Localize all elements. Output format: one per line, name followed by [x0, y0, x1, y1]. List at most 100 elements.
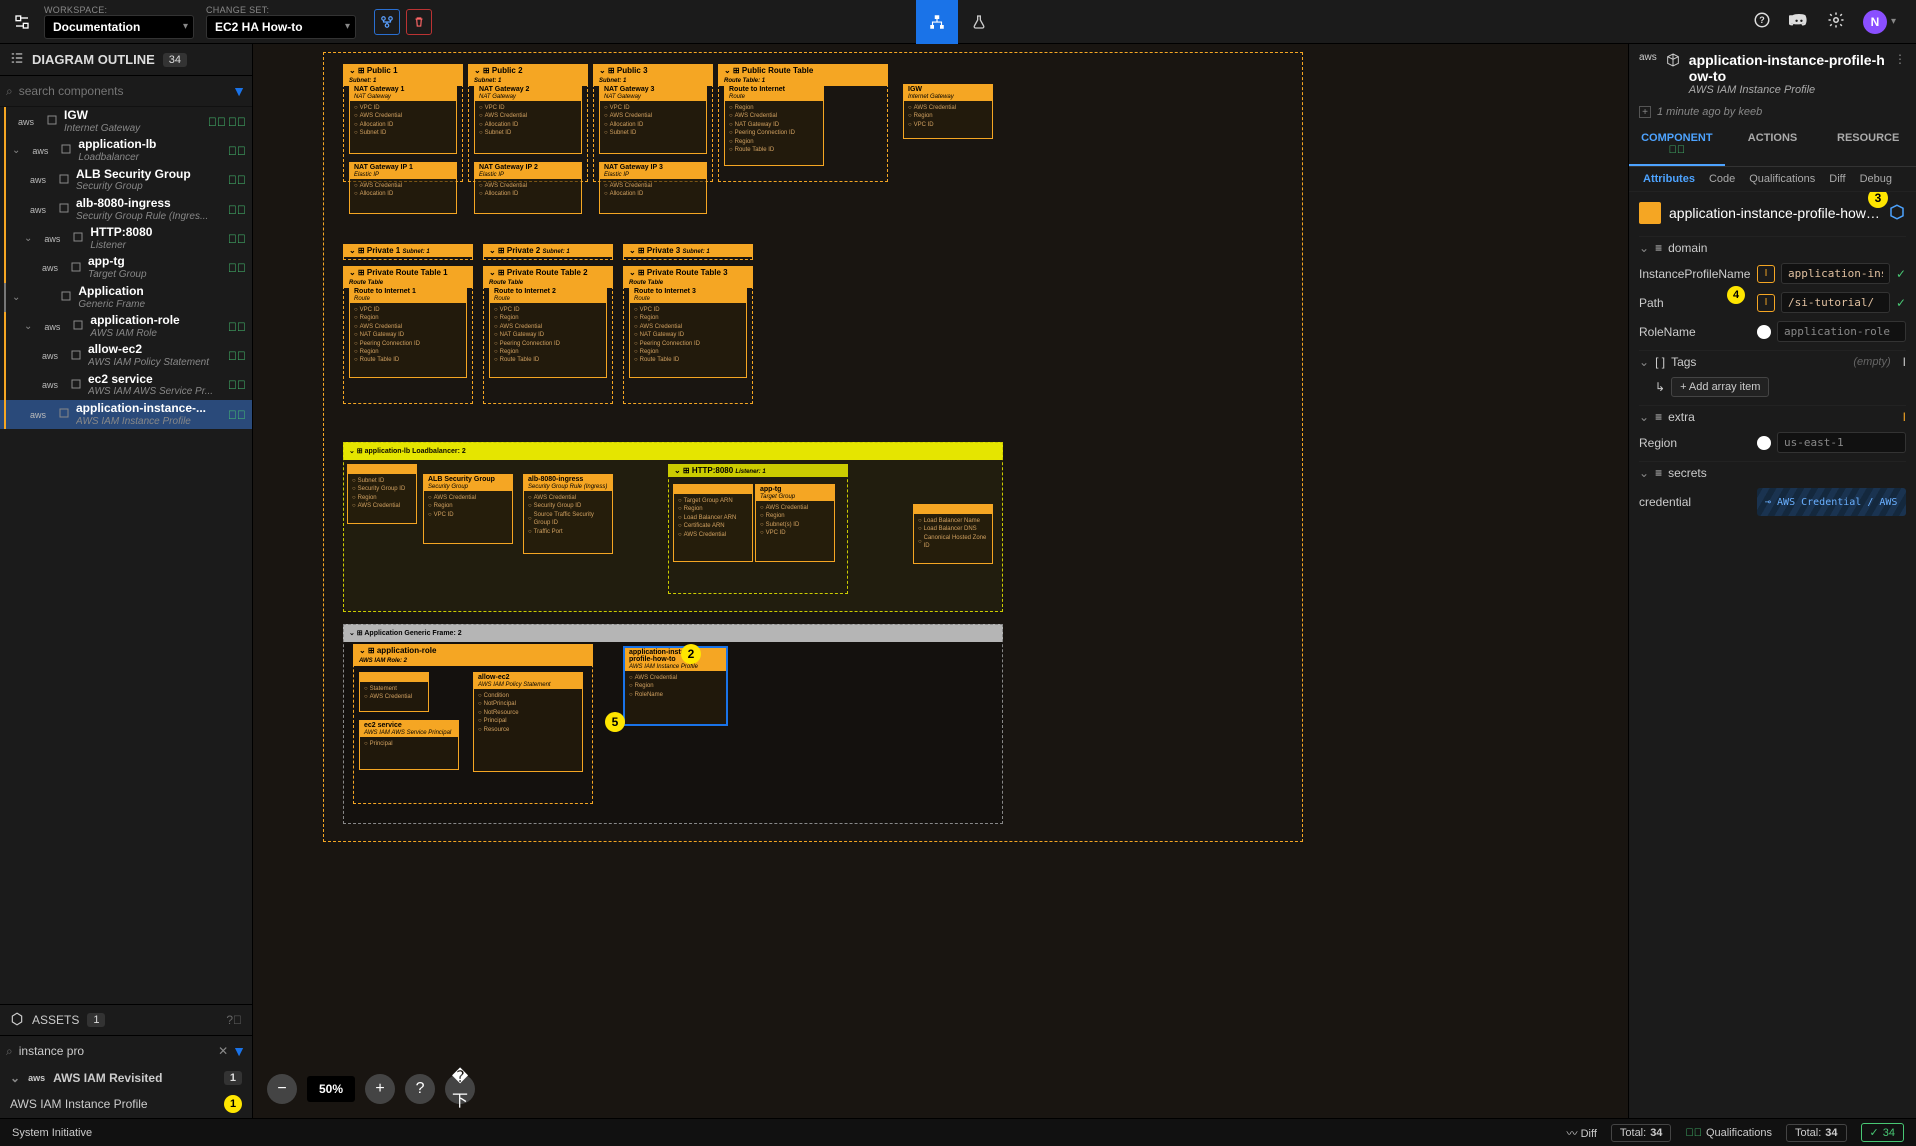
region-input[interactable] — [1777, 432, 1906, 453]
diff-icon[interactable]: 〰 Diff — [1567, 1125, 1597, 1141]
brackets-icon: [ ] — [1655, 355, 1665, 369]
aws-icon: aws — [28, 1073, 45, 1083]
list-icon: ≡ — [1655, 241, 1662, 255]
credential-value[interactable]: ⊸ AWS Credential / AWS — [1757, 488, 1906, 516]
zoom-out-button[interactable]: − — [267, 1074, 297, 1104]
right-panel: aws application-instance-profile-how-to … — [1628, 44, 1916, 1118]
link-dot-icon[interactable] — [1757, 436, 1771, 450]
section-secrets: secrets — [1668, 466, 1707, 480]
outline-item[interactable]: ⌄ aws application-lbLoadbalancer ✓⃝ — [0, 136, 252, 165]
tab-actions[interactable]: ACTIONS — [1725, 124, 1821, 166]
color-swatch[interactable] — [1639, 202, 1661, 224]
outline-item[interactable]: aws alb-8080-ingressSecurity Group Rule … — [0, 195, 252, 224]
outline-count: 34 — [163, 53, 187, 67]
merge-button[interactable] — [374, 9, 400, 35]
chevron-down-icon: ⌄ — [10, 1071, 20, 1085]
asset-item[interactable]: AWS IAM Instance Profile 1 — [0, 1090, 252, 1118]
subtab-code[interactable]: Code — [1709, 173, 1735, 185]
chevron-down-icon[interactable]: ⌄ — [1639, 466, 1649, 480]
settings-icon[interactable] — [1827, 11, 1845, 32]
outline-item[interactable]: aws app-tgTarget Group ✓⃝ — [0, 253, 252, 282]
outline-item[interactable]: aws ec2 serviceAWS IAM AWS Service Pr...… — [0, 371, 252, 400]
changeset-select[interactable]: EC2 HA How-to — [206, 15, 356, 39]
more-icon[interactable]: ⋮ — [1894, 52, 1906, 66]
lab-view-button[interactable] — [958, 0, 1000, 44]
subtab-debug[interactable]: Debug — [1860, 173, 1892, 185]
qualifications-label[interactable]: ✓⃝Qualifications — [1685, 1127, 1772, 1139]
delete-button[interactable] — [406, 9, 432, 35]
filter-icon[interactable]: ▼ — [232, 83, 246, 99]
check-icon: ✓ — [1896, 296, 1906, 310]
outline-icon — [10, 51, 24, 68]
svg-text:?: ? — [1759, 15, 1765, 25]
arrow-icon: ↳ — [1655, 380, 1665, 394]
footer: System Initiative 〰 Diff Total: 34 ✓⃝Qua… — [0, 1118, 1916, 1146]
outline-item[interactable]: ⌄ aws application-roleAWS IAM Role ✓⃝ — [0, 312, 252, 341]
path-input[interactable] — [1781, 292, 1890, 313]
user-avatar[interactable]: N — [1863, 10, 1887, 34]
cube-icon[interactable] — [1888, 203, 1906, 224]
chevron-down-icon[interactable]: ⌄ — [1639, 355, 1649, 369]
total-pill-2: Total: 34 — [1786, 1124, 1847, 1142]
tab-component[interactable]: COMPONENT ✓⃝ — [1629, 124, 1725, 166]
search-icon: ⌕ — [6, 1044, 13, 1059]
outline-item[interactable]: ⌄ ApplicationGeneric Frame — [0, 283, 252, 312]
chevron-down-icon[interactable]: ⌄ — [1639, 410, 1649, 424]
zoom-help-button[interactable]: ? — [405, 1074, 435, 1104]
subtab-attributes[interactable]: Attributes — [1643, 173, 1695, 185]
text-cursor-icon[interactable]: I — [1903, 355, 1906, 369]
component-meta: 1 minute ago by keeb — [1657, 106, 1762, 118]
instance-profile-name-input[interactable] — [1781, 263, 1890, 284]
text-cursor-icon[interactable]: I — [1903, 410, 1906, 424]
workspace-select[interactable]: Documentation — [44, 15, 194, 39]
caret-down-icon[interactable]: ▾ — [1891, 16, 1896, 27]
aws-icon: aws — [1639, 52, 1657, 63]
plus-icon: + — [1639, 106, 1651, 118]
link-dot-icon[interactable] — [1757, 325, 1771, 339]
outline-item[interactable]: aws application-instance-...AWS IAM Inst… — [0, 400, 252, 429]
diagram-canvas[interactable]: ⌄ ⊞ Public 1Subnet: 1⌄ ⊞ Public 2Subnet:… — [253, 44, 1628, 1118]
asset-category[interactable]: ⌄ aws AWS IAM Revisited 1 — [0, 1066, 252, 1090]
cube-icon — [1665, 52, 1681, 71]
workspace-label: WORKSPACE: — [44, 5, 194, 15]
zoom-controls: − 50% + ? �下 — [267, 1074, 475, 1104]
discord-icon[interactable] — [1789, 12, 1809, 31]
clear-icon[interactable]: ✕ — [218, 1044, 228, 1058]
text-cursor-icon[interactable]: I — [1757, 265, 1775, 283]
chevron-down-icon[interactable]: ⌄ — [1639, 241, 1649, 255]
callout-badge-3: 3 — [1868, 192, 1888, 208]
zoom-value: 50% — [307, 1076, 355, 1102]
outline-title: DIAGRAM OUTLINE — [32, 52, 155, 67]
add-array-item-button[interactable]: + Add array item — [1671, 377, 1769, 397]
assets-title: ASSETS — [32, 1013, 79, 1027]
filter-icon[interactable]: ▼ — [232, 1043, 246, 1059]
subtab-qualifications[interactable]: Qualifications — [1749, 173, 1815, 185]
outline-search-input[interactable] — [17, 80, 228, 102]
asset-category-count: 1 — [224, 1071, 242, 1085]
zoom-in-button[interactable]: + — [365, 1074, 395, 1104]
brand-label: System Initiative — [12, 1127, 92, 1139]
right-panel-tabs: COMPONENT ✓⃝ACTIONSRESOURCE — [1629, 124, 1916, 167]
subtab-diff[interactable]: Diff — [1829, 173, 1845, 185]
outline-item[interactable]: ⌄ aws HTTP:8080Listener ✓⃝ — [0, 224, 252, 253]
tab-resource[interactable]: RESOURCE — [1820, 124, 1916, 166]
left-panel: DIAGRAM OUTLINE 34 ⌕ ▼ aws IGWInternet G… — [0, 44, 253, 1118]
download-button[interactable]: �下 — [445, 1074, 475, 1104]
list-icon: ≡ — [1655, 410, 1662, 424]
list-icon: ≡ — [1655, 466, 1662, 480]
help-icon[interactable]: ?⃝ — [226, 1013, 242, 1027]
changeset-label: CHANGE SET: — [206, 5, 356, 15]
role-name-input[interactable] — [1777, 321, 1906, 342]
outline-item[interactable]: aws ALB Security GroupSecurity Group ✓⃝ — [0, 166, 252, 195]
outline-item[interactable]: aws allow-ec2AWS IAM Policy Statement ✓⃝ — [0, 341, 252, 370]
outline-header: DIAGRAM OUTLINE 34 — [0, 44, 252, 76]
diagram-view-button[interactable] — [916, 0, 958, 44]
component-subtitle: AWS IAM Instance Profile — [1689, 84, 1886, 96]
callout-badge-1: 1 — [224, 1095, 242, 1113]
app-logo[interactable] — [8, 8, 36, 36]
assets-search-input[interactable] — [17, 1040, 214, 1062]
help-icon[interactable]: ? — [1753, 11, 1771, 32]
asset-item-label: AWS IAM Instance Profile — [10, 1097, 148, 1111]
outline-item[interactable]: aws IGWInternet Gateway ✓⃝✓⃝ — [0, 107, 252, 136]
text-cursor-icon[interactable]: I — [1757, 294, 1775, 312]
